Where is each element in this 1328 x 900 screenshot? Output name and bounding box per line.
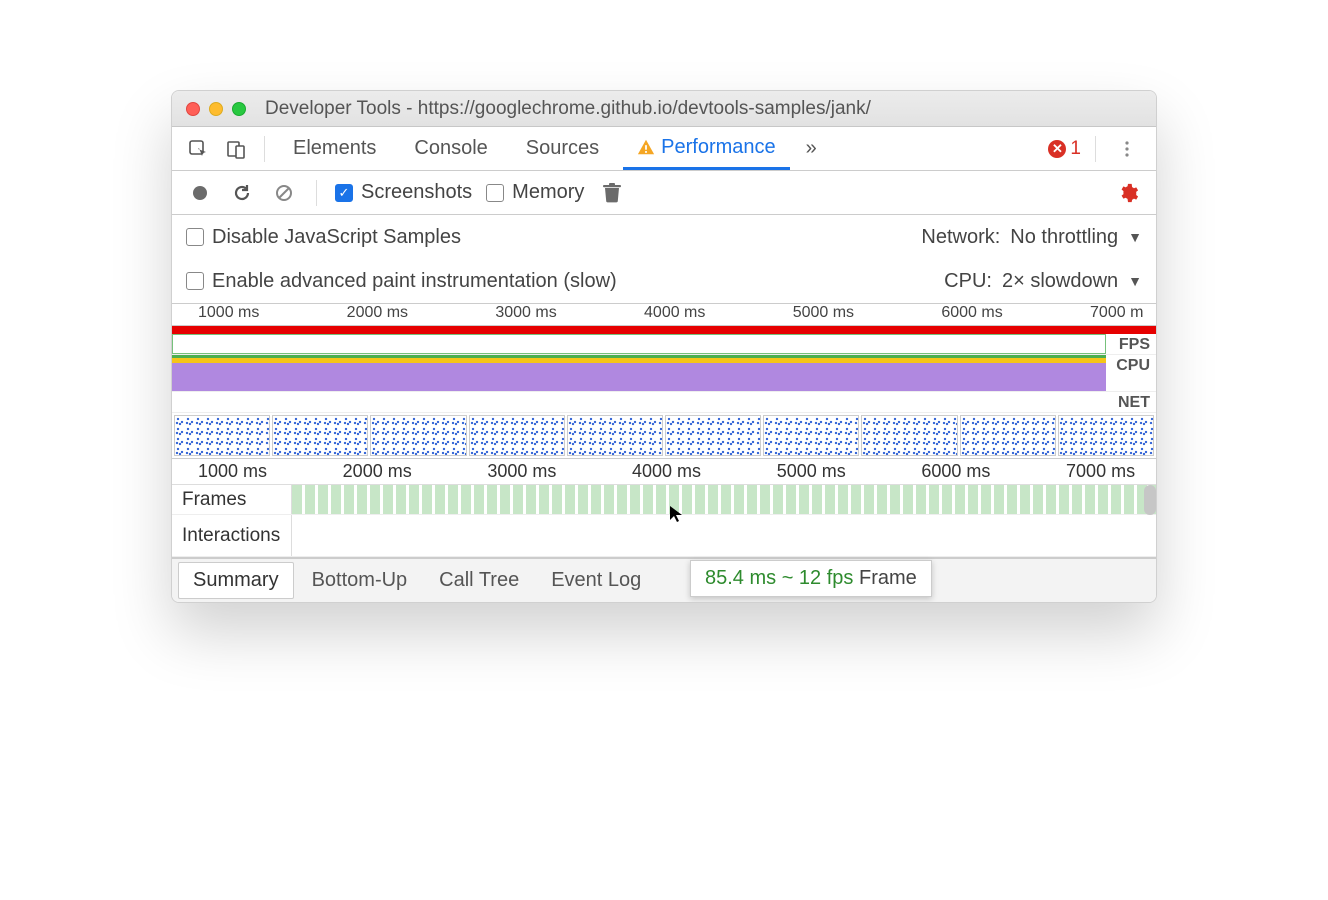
screenshots-strip[interactable] bbox=[172, 413, 1156, 459]
screenshot-thumb[interactable] bbox=[469, 415, 565, 456]
network-throttle-select[interactable]: Network: No throttling ▼ bbox=[921, 226, 1142, 249]
clear-button[interactable] bbox=[270, 179, 298, 207]
error-badge[interactable]: ✕ 1 bbox=[1048, 138, 1081, 160]
reload-button[interactable] bbox=[228, 179, 256, 207]
screenshot-thumb[interactable] bbox=[665, 415, 761, 456]
long-task-bar bbox=[172, 326, 1156, 334]
screenshot-thumb[interactable] bbox=[1058, 415, 1154, 456]
titlebar: Developer Tools - https://googlechrome.g… bbox=[172, 91, 1156, 127]
inspect-element-icon[interactable] bbox=[184, 135, 212, 163]
screenshot-thumb[interactable] bbox=[370, 415, 466, 456]
scrollbar-thumb[interactable] bbox=[1144, 485, 1156, 515]
more-menu-icon[interactable] bbox=[1110, 140, 1144, 158]
minimize-window-button[interactable] bbox=[209, 102, 223, 116]
checkbox-icon bbox=[186, 272, 204, 290]
device-toolbar-icon[interactable] bbox=[222, 135, 250, 163]
checkbox-checked-icon bbox=[335, 184, 353, 202]
tab-sources[interactable]: Sources bbox=[512, 127, 613, 170]
devtools-tabs: Elements Console Sources Performance » ✕… bbox=[172, 127, 1156, 171]
screenshot-thumb[interactable] bbox=[272, 415, 368, 456]
frames-track[interactable]: Frames bbox=[172, 485, 1156, 515]
chevron-down-icon: ▼ bbox=[1128, 273, 1142, 289]
flamechart-tracks: Frames Interactions 85.4 ms ~ 12 fps Fra… bbox=[172, 485, 1156, 558]
tab-summary[interactable]: Summary bbox=[178, 562, 294, 599]
cpu-lane[interactable]: CPU bbox=[172, 355, 1156, 392]
frame-tooltip: 85.4 ms ~ 12 fps Frame bbox=[690, 560, 932, 597]
tabs-overflow-button[interactable]: » bbox=[800, 127, 823, 170]
fps-lane[interactable]: FPS bbox=[172, 334, 1156, 355]
overview-ruler[interactable]: 1000 ms 2000 ms 3000 ms 4000 ms 5000 ms … bbox=[172, 304, 1156, 326]
checkbox-icon bbox=[486, 184, 504, 202]
screenshots-toggle[interactable]: Screenshots bbox=[335, 181, 472, 204]
enable-paint-instrumentation-toggle[interactable]: Enable advanced paint instrumentation (s… bbox=[186, 270, 617, 293]
chevron-down-icon: ▼ bbox=[1128, 229, 1142, 245]
tab-bottom-up[interactable]: Bottom-Up bbox=[298, 563, 422, 598]
error-icon: ✕ bbox=[1048, 140, 1066, 158]
zoom-window-button[interactable] bbox=[232, 102, 246, 116]
trash-button[interactable] bbox=[598, 179, 626, 207]
checkbox-icon bbox=[186, 228, 204, 246]
tab-console[interactable]: Console bbox=[400, 127, 501, 170]
capture-settings: Disable JavaScript Samples Network: No t… bbox=[172, 215, 1156, 304]
tab-call-tree[interactable]: Call Tree bbox=[425, 563, 533, 598]
tab-event-log[interactable]: Event Log bbox=[537, 563, 655, 598]
traffic-lights bbox=[186, 102, 246, 116]
record-button[interactable] bbox=[186, 179, 214, 207]
devtools-window: Developer Tools - https://googlechrome.g… bbox=[171, 90, 1157, 603]
memory-toggle[interactable]: Memory bbox=[486, 181, 584, 204]
screenshot-thumb[interactable] bbox=[763, 415, 859, 456]
cpu-throttle-select[interactable]: CPU: 2× slowdown ▼ bbox=[944, 270, 1142, 293]
screenshot-thumb[interactable] bbox=[861, 415, 957, 456]
window-title: Developer Tools - https://googlechrome.g… bbox=[265, 98, 871, 120]
flamechart-ruler[interactable]: 1000 ms 2000 ms 3000 ms 4000 ms 5000 ms … bbox=[172, 459, 1156, 485]
close-window-button[interactable] bbox=[186, 102, 200, 116]
details-tabs: Summary Bottom-Up Call Tree Event Log bbox=[172, 558, 1156, 602]
perf-toolbar: Screenshots Memory bbox=[172, 171, 1156, 215]
warning-icon bbox=[637, 138, 655, 156]
screenshot-thumb[interactable] bbox=[960, 415, 1056, 456]
screenshot-thumb[interactable] bbox=[174, 415, 270, 456]
settings-gear-icon[interactable] bbox=[1114, 179, 1142, 207]
disable-js-samples-toggle[interactable]: Disable JavaScript Samples bbox=[186, 226, 461, 249]
net-lane[interactable]: NET bbox=[172, 392, 1156, 413]
interactions-track[interactable]: Interactions 85.4 ms ~ 12 fps Frame bbox=[172, 515, 1156, 557]
tab-elements[interactable]: Elements bbox=[279, 127, 390, 170]
tab-performance[interactable]: Performance bbox=[623, 127, 790, 170]
screenshot-thumb[interactable] bbox=[567, 415, 663, 456]
